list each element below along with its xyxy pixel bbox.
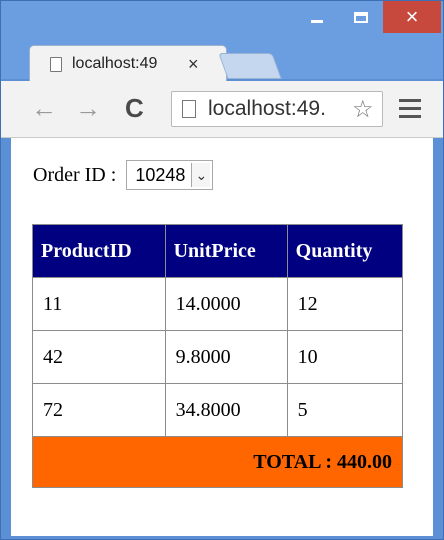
page-icon — [50, 56, 62, 72]
address-text[interactable]: localhost:49. — [208, 97, 350, 121]
close-window-button[interactable]: × — [383, 1, 441, 33]
cell-quantity: 10 — [286, 330, 404, 384]
tab-close-icon[interactable]: × — [188, 54, 199, 75]
bookmark-star-icon[interactable]: ☆ — [352, 95, 374, 124]
maximize-button[interactable] — [339, 1, 383, 33]
browser-window: × localhost:49 × ← → C localhost:49. ☆ O… — [0, 0, 444, 540]
cell-unitprice: 34.8000 — [164, 383, 288, 437]
cell-productid: 42 — [32, 330, 166, 384]
table-header-row: ProductID UnitPrice Quantity — [32, 224, 404, 278]
order-id-value: 10248 — [135, 164, 186, 185]
total-row: TOTAL : 440.00 — [32, 436, 403, 488]
cell-productid: 72 — [32, 383, 166, 437]
column-header-unitprice: UnitPrice — [164, 224, 288, 278]
minimize-button[interactable] — [295, 1, 339, 33]
chevron-down-icon[interactable]: ⌄ — [191, 163, 211, 187]
tab-title: localhost:49 — [72, 55, 158, 72]
cell-productid: 11 — [32, 277, 166, 331]
minimize-icon — [311, 19, 323, 23]
new-tab-button[interactable] — [218, 53, 282, 79]
reload-icon[interactable]: C — [125, 95, 144, 121]
order-details-table: ProductID UnitPrice Quantity 11 14.0000 … — [32, 224, 404, 488]
close-icon: × — [405, 4, 419, 29]
browser-toolbar: ← → C localhost:49. ☆ — [1, 81, 443, 138]
cell-unitprice: 9.8000 — [164, 330, 288, 384]
browser-tab[interactable]: localhost:49 × — [29, 45, 227, 82]
order-id-row: Order ID : 10248 ⌄ — [33, 160, 214, 190]
back-arrow-icon[interactable]: ← — [31, 95, 57, 121]
forward-arrow-icon[interactable]: → — [75, 95, 101, 121]
total-cell: TOTAL : 440.00 — [32, 436, 403, 488]
page-icon — [182, 100, 196, 118]
column-header-quantity: Quantity — [286, 224, 404, 278]
column-header-productid: ProductID — [32, 224, 166, 278]
order-id-select[interactable]: 10248 ⌄ — [126, 160, 214, 190]
menu-icon[interactable] — [399, 99, 421, 123]
cell-quantity: 12 — [286, 277, 404, 331]
order-id-label: Order ID : — [33, 163, 117, 186]
cell-unitprice: 14.0000 — [164, 277, 288, 331]
maximize-icon — [354, 11, 368, 23]
address-bar[interactable]: localhost:49. ☆ — [171, 91, 383, 127]
table-row: 11 14.0000 12 — [32, 277, 404, 331]
table-row: 42 9.8000 10 — [32, 330, 404, 384]
title-bar: × localhost:49 × — [1, 1, 443, 82]
page-content: Order ID : 10248 ⌄ ProductID UnitPrice Q… — [11, 138, 433, 536]
table-row: 72 34.8000 5 — [32, 383, 404, 437]
cell-quantity: 5 — [286, 383, 404, 437]
window-controls: × — [295, 1, 441, 33]
